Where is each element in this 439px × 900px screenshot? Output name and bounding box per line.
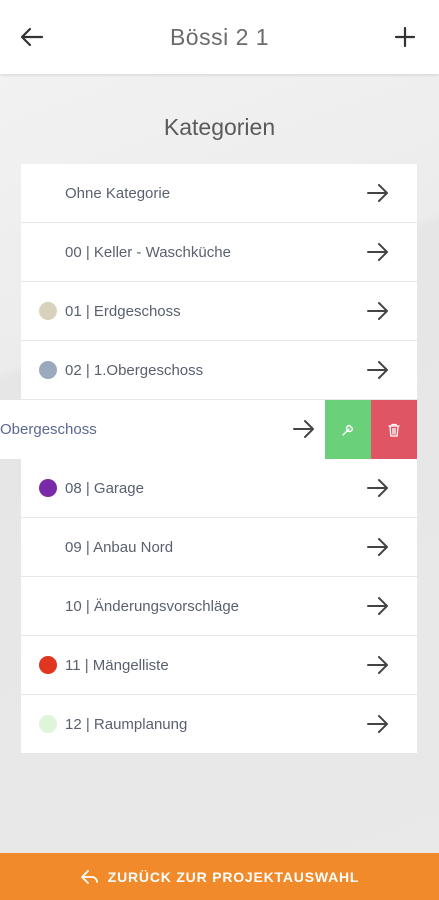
edit-button[interactable] xyxy=(325,400,371,460)
arrow-right-icon[interactable] xyxy=(365,358,391,382)
arrow-right-icon[interactable] xyxy=(365,299,391,323)
category-label: 02 | 1.Obergeschoss xyxy=(65,362,204,379)
list-item[interactable]: 02 | 1.Obergeschoss xyxy=(21,341,417,400)
list-item-swiped[interactable]: Obergeschoss xyxy=(0,400,417,460)
plus-icon[interactable] xyxy=(391,23,419,51)
page-title: Bössi 2 1 xyxy=(169,23,270,50)
category-color-dot xyxy=(39,715,57,733)
category-label: 09 | Anbau Nord xyxy=(65,539,174,556)
delete-button[interactable] xyxy=(371,400,417,460)
category-color-dot xyxy=(39,302,57,320)
category-list: Ohne Kategorie 00 | Keller - Waschküche … xyxy=(0,164,417,753)
swipe-content[interactable]: Obergeschoss xyxy=(0,400,325,459)
wrench-icon xyxy=(342,424,354,436)
footer-label: ZURÜCK ZUR PROJEKTAUSWAHL xyxy=(107,868,360,885)
return-icon xyxy=(80,869,98,884)
arrow-right-icon[interactable] xyxy=(365,594,391,618)
category-label: 11 | Mängelliste xyxy=(65,657,169,674)
back-arrow-icon[interactable] xyxy=(18,23,46,51)
category-label: 08 | Garage xyxy=(65,480,144,497)
arrow-right-icon[interactable] xyxy=(365,653,391,677)
category-color-dot xyxy=(39,479,57,497)
list-item[interactable]: Ohne Kategorie xyxy=(21,164,417,223)
category-color-dot xyxy=(39,361,57,379)
list-item[interactable]: 00 | Keller - Waschküche xyxy=(21,223,417,282)
list-item[interactable]: 11 | Mängelliste xyxy=(21,636,417,695)
trash-icon xyxy=(388,423,400,437)
category-label: 12 | Raumplanung xyxy=(65,716,188,733)
top-bar: Bössi 2 1 xyxy=(0,0,439,74)
arrow-right-icon[interactable] xyxy=(365,476,391,500)
category-label: Ohne Kategorie xyxy=(65,185,171,202)
arrow-right-icon[interactable] xyxy=(365,712,391,736)
category-color-dot xyxy=(39,656,57,674)
arrow-right-icon[interactable] xyxy=(365,535,391,559)
list-item[interactable]: 09 | Anbau Nord xyxy=(21,518,417,577)
list-item[interactable]: 08 | Garage xyxy=(21,459,417,518)
list-item[interactable]: 10 | Änderungsvorschläge xyxy=(21,577,417,636)
category-label: 00 | Keller - Waschküche xyxy=(65,244,231,261)
category-label: Obergeschoss xyxy=(0,421,97,438)
list-item[interactable]: 12 | Raumplanung xyxy=(21,695,417,753)
category-label: 10 | Änderungsvorschläge xyxy=(65,598,240,615)
arrow-right-icon[interactable] xyxy=(291,417,317,441)
back-to-projects-button[interactable]: ZURÜCK ZUR PROJEKTAUSWAHL xyxy=(0,853,439,900)
arrow-right-icon[interactable] xyxy=(365,240,391,264)
list-item[interactable]: 01 | Erdgeschoss xyxy=(21,282,417,341)
category-label: 01 | Erdgeschoss xyxy=(65,303,181,320)
arrow-right-icon[interactable] xyxy=(365,181,391,205)
section-title: Kategorien xyxy=(163,114,276,140)
